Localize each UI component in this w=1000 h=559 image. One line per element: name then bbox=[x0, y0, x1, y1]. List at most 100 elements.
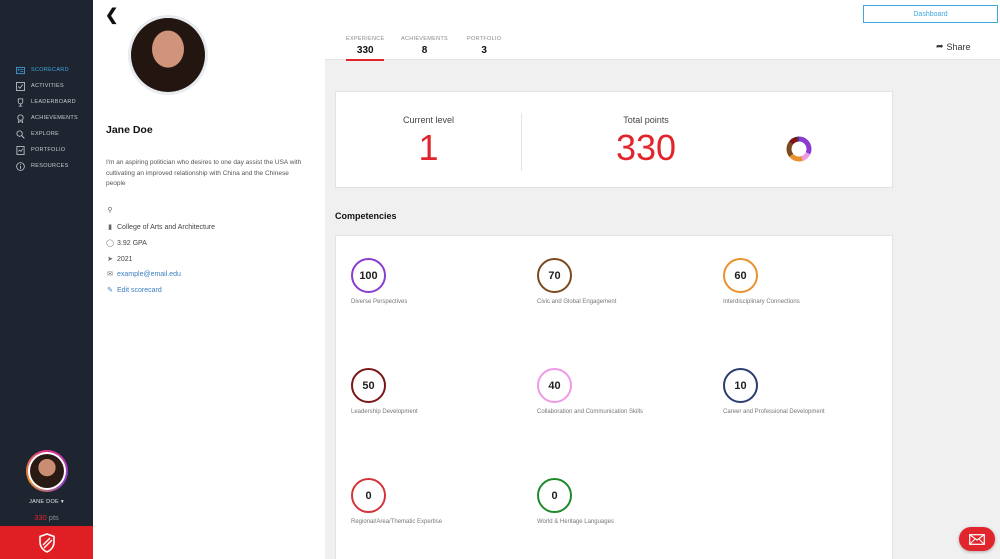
id-card-icon bbox=[16, 66, 25, 75]
competency-item[interactable]: 0 Regional/Area/Thematic Expertise bbox=[351, 478, 531, 525]
edit-scorecard-row[interactable]: ✎ Edit scorecard bbox=[106, 286, 162, 295]
user-points-value: 330 bbox=[34, 513, 47, 522]
stats-divider bbox=[521, 113, 522, 171]
gpa-text: 3.92 GPA bbox=[117, 239, 147, 247]
year-row: ➤ 2021 bbox=[106, 255, 133, 264]
competency-item[interactable]: 40 Collaboration and Communication Skill… bbox=[537, 368, 717, 415]
edit-scorecard-link[interactable]: Edit scorecard bbox=[117, 287, 162, 294]
sidebar-item-activities[interactable]: ACTIVITIES bbox=[0, 78, 93, 94]
college-row: ▮ College of Arts and Architecture bbox=[106, 223, 216, 232]
sidebar-item-label: ACTIVITIES bbox=[31, 83, 64, 89]
total-points-value: 330 bbox=[615, 127, 677, 168]
caret-down-icon: ▾ bbox=[60, 499, 64, 505]
rocket-icon: ➤ bbox=[107, 256, 113, 263]
sidebar-item-leaderboard[interactable]: LEADERBOARD bbox=[0, 94, 93, 110]
sidebar-nav: SCORECARD ACTIVITIES LEADERBOARD ACHIEVE… bbox=[0, 62, 93, 174]
college-text: College of Arts and Architecture bbox=[117, 223, 216, 231]
sidebar-item-label: RESOURCES bbox=[31, 163, 69, 169]
profile-bio: I'm an aspiring politician who desires t… bbox=[106, 159, 302, 187]
trophy-icon bbox=[16, 97, 25, 107]
sidebar-item-scorecard[interactable]: SCORECARD bbox=[0, 62, 93, 78]
sidebar-item-explore[interactable]: EXPLORE bbox=[0, 126, 93, 142]
total-points-stat: Total points 330 bbox=[571, 92, 721, 169]
tab-label: ACHIEVEMENTS bbox=[401, 36, 448, 42]
sidebar-item-label: EXPLORE bbox=[31, 131, 60, 137]
checklist-icon bbox=[16, 81, 25, 91]
shield-icon bbox=[38, 532, 55, 553]
map-pin-icon: ⚲ bbox=[107, 207, 113, 214]
message-button[interactable] bbox=[959, 527, 995, 551]
competencies-card: 100 Diverse Perspectives 70 Civic and Gl… bbox=[335, 235, 893, 559]
sidebar-item-label: ACHIEVEMENTS bbox=[31, 115, 78, 121]
competency-item[interactable]: 0 World & Heritage Languages bbox=[537, 478, 717, 525]
sidebar-item-label: PORTFOLIO bbox=[31, 147, 66, 153]
info-icon bbox=[16, 161, 25, 171]
year-text: 2021 bbox=[117, 255, 133, 263]
competency-name: Interdisciplinary Connections bbox=[723, 299, 800, 305]
top-header: EXPERIENCE 330 ACHIEVEMENTS 8 PORTFOLIO … bbox=[325, 0, 1000, 61]
competency-name: Diverse Perspectives bbox=[351, 299, 408, 305]
sidebar-item-resources[interactable]: RESOURCES bbox=[0, 158, 93, 174]
competency-name: Civic and Global Engagement bbox=[537, 299, 617, 305]
tab-label: PORTFOLIO bbox=[467, 36, 502, 42]
envelope-icon: ✉ bbox=[107, 271, 113, 278]
book-icon: ▮ bbox=[108, 224, 112, 231]
competency-item[interactable]: 50 Leadership Development bbox=[351, 368, 531, 415]
dashboard-button[interactable]: Dashboard bbox=[863, 5, 998, 23]
back-arrow-icon[interactable]: ❮ bbox=[105, 5, 118, 25]
competency-name: Collaboration and Communication Skills bbox=[537, 409, 644, 415]
sidebar-item-label: SCORECARD bbox=[31, 67, 69, 73]
tab-portfolio[interactable]: PORTFOLIO 3 bbox=[467, 36, 501, 56]
current-level-label: Current level bbox=[402, 115, 455, 125]
competencies-heading: Competencies bbox=[335, 211, 397, 221]
user-menu[interactable]: JANE DOE ▾ bbox=[0, 499, 93, 505]
tab-value: 8 bbox=[421, 45, 428, 56]
active-tab-underline bbox=[346, 59, 385, 61]
competency-item[interactable]: 10 Career and Professional Development bbox=[723, 368, 903, 415]
competency-score-ring: 0 bbox=[537, 478, 572, 513]
sidebar-item-portfolio[interactable]: PORTFOLIO bbox=[0, 142, 93, 158]
user-points: 330 pts bbox=[0, 513, 93, 522]
sidebar: SCORECARD ACTIVITIES LEADERBOARD ACHIEVE… bbox=[0, 0, 93, 559]
sidebar-item-achievements[interactable]: ACHIEVEMENTS bbox=[0, 110, 93, 126]
user-name: JANE DOE bbox=[29, 499, 59, 505]
competency-item[interactable]: 60 Interdisciplinary Connections bbox=[723, 258, 903, 305]
envelope-icon bbox=[969, 533, 985, 545]
bulb-icon: ◯ bbox=[106, 240, 114, 247]
current-level-stat: Current level 1 bbox=[356, 92, 501, 169]
competency-item[interactable]: 70 Civic and Global Engagement bbox=[537, 258, 717, 305]
share-button[interactable]: ➦ Share bbox=[936, 41, 971, 52]
gpa-row: ◯ 3.92 GPA bbox=[106, 239, 147, 248]
competency-name: Career and Professional Development bbox=[723, 409, 825, 415]
email-link[interactable]: example@email.edu bbox=[117, 271, 181, 278]
pencil-icon: ✎ bbox=[107, 287, 113, 294]
tab-value: 3 bbox=[481, 45, 487, 56]
points-donut-chart bbox=[786, 136, 812, 162]
profile-avatar bbox=[128, 15, 208, 95]
location-row: ⚲ bbox=[106, 206, 117, 214]
email-row[interactable]: ✉ example@email.edu bbox=[106, 270, 181, 279]
stats-card: Current level 1 Total points 330 bbox=[335, 91, 893, 188]
share-label: Share bbox=[946, 41, 971, 52]
share-arrow-icon: ➦ bbox=[936, 41, 944, 51]
competency-score-ring: 60 bbox=[723, 258, 758, 293]
competency-name: Regional/Area/Thematic Expertise bbox=[351, 519, 443, 525]
medal-icon bbox=[16, 113, 25, 123]
tab-achievements[interactable]: ACHIEVEMENTS 8 bbox=[401, 36, 448, 56]
competency-score-ring: 70 bbox=[537, 258, 572, 293]
current-level-value: 1 bbox=[418, 127, 439, 168]
portfolio-icon bbox=[16, 145, 25, 155]
tab-experience[interactable]: EXPERIENCE 330 bbox=[346, 36, 385, 61]
competency-score-ring: 50 bbox=[351, 368, 386, 403]
avatar[interactable] bbox=[25, 450, 68, 492]
competency-score-ring: 40 bbox=[537, 368, 572, 403]
competency-score-ring: 10 bbox=[723, 368, 758, 403]
competency-name: World & Heritage Languages bbox=[537, 519, 614, 525]
total-points-label: Total points bbox=[623, 115, 669, 125]
brand-logo[interactable] bbox=[0, 526, 93, 559]
competency-name: Leadership Development bbox=[351, 409, 418, 415]
competency-item[interactable]: 100 Diverse Perspectives bbox=[351, 258, 531, 305]
search-icon bbox=[16, 129, 25, 139]
tab-value: 330 bbox=[356, 45, 374, 56]
sidebar-item-label: LEADERBOARD bbox=[31, 99, 76, 105]
